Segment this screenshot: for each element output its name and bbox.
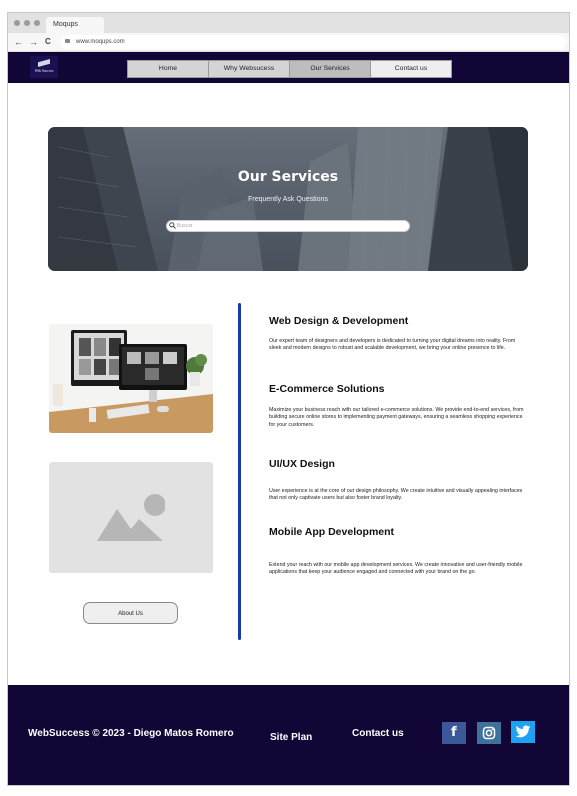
service-desc-uiux: User experience is at the core of our de… bbox=[269, 488, 523, 502]
nav-our-services[interactable]: Our Services bbox=[290, 61, 371, 77]
facebook-icon[interactable]: f bbox=[442, 722, 466, 744]
window-maximize-dot[interactable] bbox=[34, 20, 40, 26]
search-icon[interactable] bbox=[169, 222, 176, 229]
site-footer: WebSuccess © 2023 - Diego Matos Romero S… bbox=[8, 685, 569, 785]
url-field[interactable]: www.moqups.com bbox=[60, 35, 566, 49]
site-logo[interactable]: Web Success bbox=[30, 56, 58, 78]
footer-site-plan-link[interactable]: Site Plan bbox=[270, 732, 312, 743]
instagram-glyph bbox=[482, 726, 496, 740]
hero-subtitle: Frequently Ask Questions bbox=[248, 196, 328, 203]
browser-addressbar: ← → C www.moqups.com bbox=[8, 33, 569, 52]
twitter-icon[interactable] bbox=[511, 721, 535, 743]
logo-mark-icon bbox=[38, 59, 50, 67]
hero-banner: Our Services Frequently Ask Questions bbox=[48, 127, 528, 271]
about-us-button[interactable]: About Us bbox=[83, 602, 178, 624]
service-desc-mobile-app: Extend your reach with our mobile app de… bbox=[269, 562, 523, 576]
footer-contact-link[interactable]: Contact us bbox=[352, 728, 404, 739]
main-nav: Home Why Websucess Our Services Contact … bbox=[127, 60, 452, 78]
instagram-icon[interactable] bbox=[477, 722, 501, 744]
forward-icon[interactable]: → bbox=[29, 35, 38, 49]
logo-text: Web Success bbox=[34, 69, 54, 73]
browser-window: Moqups ← → C www.moqups.com Web Success … bbox=[7, 12, 570, 786]
image-placeholder-icon bbox=[97, 494, 165, 541]
twitter-glyph bbox=[515, 725, 531, 738]
facebook-glyph: f bbox=[451, 725, 457, 740]
workspace-image bbox=[49, 324, 213, 433]
service-desc-ecommerce: Maximize your business reach with our ta… bbox=[269, 407, 524, 428]
search-bar bbox=[166, 220, 410, 232]
service-title-web-design: Web Design & Development bbox=[269, 315, 409, 327]
lock-icon bbox=[65, 39, 70, 43]
service-title-uiux: UI/UX Design bbox=[269, 458, 335, 470]
vertical-divider bbox=[238, 303, 241, 640]
service-desc-web-design: Our expert team of designers and develop… bbox=[269, 338, 516, 352]
browser-tab[interactable]: Moqups bbox=[46, 17, 104, 33]
site-header: Web Success Home Why Websucess Our Servi… bbox=[8, 52, 569, 83]
back-icon[interactable]: ← bbox=[14, 35, 23, 49]
hero-title: Our Services bbox=[237, 169, 339, 185]
search-input[interactable] bbox=[177, 221, 402, 231]
workspace-photo bbox=[49, 324, 213, 433]
nav-home[interactable]: Home bbox=[128, 61, 209, 77]
window-minimize-dot[interactable] bbox=[24, 20, 30, 26]
nav-contact-us[interactable]: Contact us bbox=[371, 61, 451, 77]
footer-copyright: WebSuccess © 2023 - Diego Matos Romero bbox=[28, 728, 234, 739]
window-close-dot[interactable] bbox=[14, 20, 20, 26]
reload-icon[interactable]: C bbox=[45, 35, 51, 49]
service-title-ecommerce: E-Commerce Solutions bbox=[269, 383, 385, 395]
nav-why-websuccess[interactable]: Why Websucess bbox=[209, 61, 290, 77]
image-placeholder bbox=[49, 462, 213, 573]
browser-titlebar: Moqups bbox=[8, 13, 569, 33]
service-title-mobile-app: Mobile App Development bbox=[269, 526, 395, 538]
